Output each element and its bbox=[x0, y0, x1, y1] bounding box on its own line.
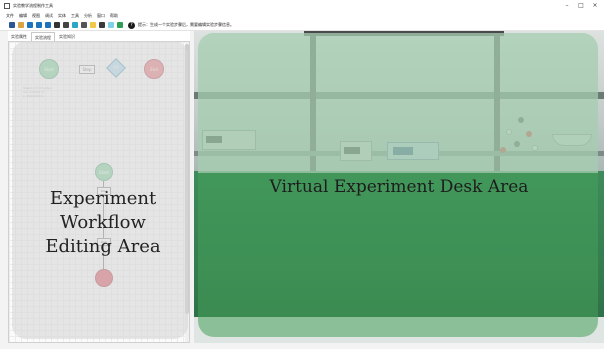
menu-debug[interactable]: 调试 bbox=[45, 13, 53, 19]
app-icon bbox=[4, 2, 10, 9]
close-button[interactable]: × bbox=[588, 0, 602, 11]
tab-experiment-knowledge[interactable]: 实验知识 bbox=[56, 32, 78, 41]
desk-area-overlay-top bbox=[198, 33, 598, 173]
open-folder-icon[interactable] bbox=[18, 22, 24, 28]
undo-icon[interactable] bbox=[27, 22, 33, 28]
window-controls: – □ × bbox=[560, 0, 602, 11]
app-window: 实验教学流程制作工具 – □ × 文件 编辑 视图 调试 实体 工具 分析 窗口… bbox=[0, 0, 604, 349]
menu-help[interactable]: 帮助 bbox=[110, 13, 118, 19]
caption-line: Editing Area bbox=[45, 236, 161, 257]
yellow-tile-icon[interactable] bbox=[90, 22, 96, 28]
virtual-desk-viewport[interactable]: Virtual Experiment Desk Area bbox=[194, 31, 604, 343]
cyan-tile-icon[interactable] bbox=[72, 22, 78, 28]
window-title: 实验教学流程制作工具 bbox=[13, 2, 53, 8]
maximize-button[interactable]: □ bbox=[574, 0, 588, 11]
tab-experiment-workflow[interactable]: 实验流程 bbox=[31, 32, 55, 41]
help-icon[interactable]: ? bbox=[128, 21, 135, 29]
menu-window[interactable]: 窗口 bbox=[97, 13, 105, 19]
highlight-tile-icon[interactable] bbox=[108, 22, 114, 28]
desk-area-caption: Virtual Experiment Desk Area bbox=[269, 177, 529, 197]
menu-view[interactable]: 视图 bbox=[32, 13, 40, 19]
caption-line: Workflow bbox=[60, 212, 146, 233]
save-icon[interactable] bbox=[45, 22, 51, 28]
workflow-area-caption: Experiment Workflow Editing Area bbox=[28, 187, 178, 259]
menu-tools[interactable]: 工具 bbox=[71, 13, 79, 19]
dark-tile-icon[interactable] bbox=[99, 22, 105, 28]
new-file-icon[interactable] bbox=[9, 22, 15, 28]
toolbar-buttons bbox=[9, 22, 126, 28]
workflow-panel: 实验属性 实验流程 实验知识 Start Step ??? End Step9:… bbox=[8, 31, 190, 343]
menu-analysis[interactable]: 分析 bbox=[84, 13, 92, 19]
settings-icon[interactable] bbox=[63, 22, 69, 28]
toolbar: ? 提示：生成一个实验步骤后，需要编辑实验步骤信息。 bbox=[0, 20, 604, 31]
tab-experiment-properties[interactable]: 实验属性 bbox=[8, 32, 30, 41]
caption-line: Experiment bbox=[49, 188, 157, 209]
menu-entity[interactable]: 实体 bbox=[58, 13, 66, 19]
panel-tabs: 实验属性 实验流程 实验知识 bbox=[8, 31, 190, 41]
green-tile-icon[interactable] bbox=[117, 22, 123, 28]
menu-bar: 文件 编辑 视图 调试 实体 工具 分析 窗口 帮助 bbox=[0, 11, 604, 20]
layout-icon[interactable] bbox=[81, 22, 87, 28]
redo-icon[interactable] bbox=[36, 22, 42, 28]
minimize-button[interactable]: – bbox=[560, 0, 574, 11]
title-bar: 实验教学流程制作工具 – □ × bbox=[0, 0, 604, 11]
dark-square-icon[interactable] bbox=[54, 22, 60, 28]
menu-file[interactable]: 文件 bbox=[6, 13, 14, 19]
toolbar-hint: 提示：生成一个实验步骤后，需要编辑实验步骤信息。 bbox=[138, 22, 234, 27]
menu-edit[interactable]: 编辑 bbox=[19, 13, 27, 19]
